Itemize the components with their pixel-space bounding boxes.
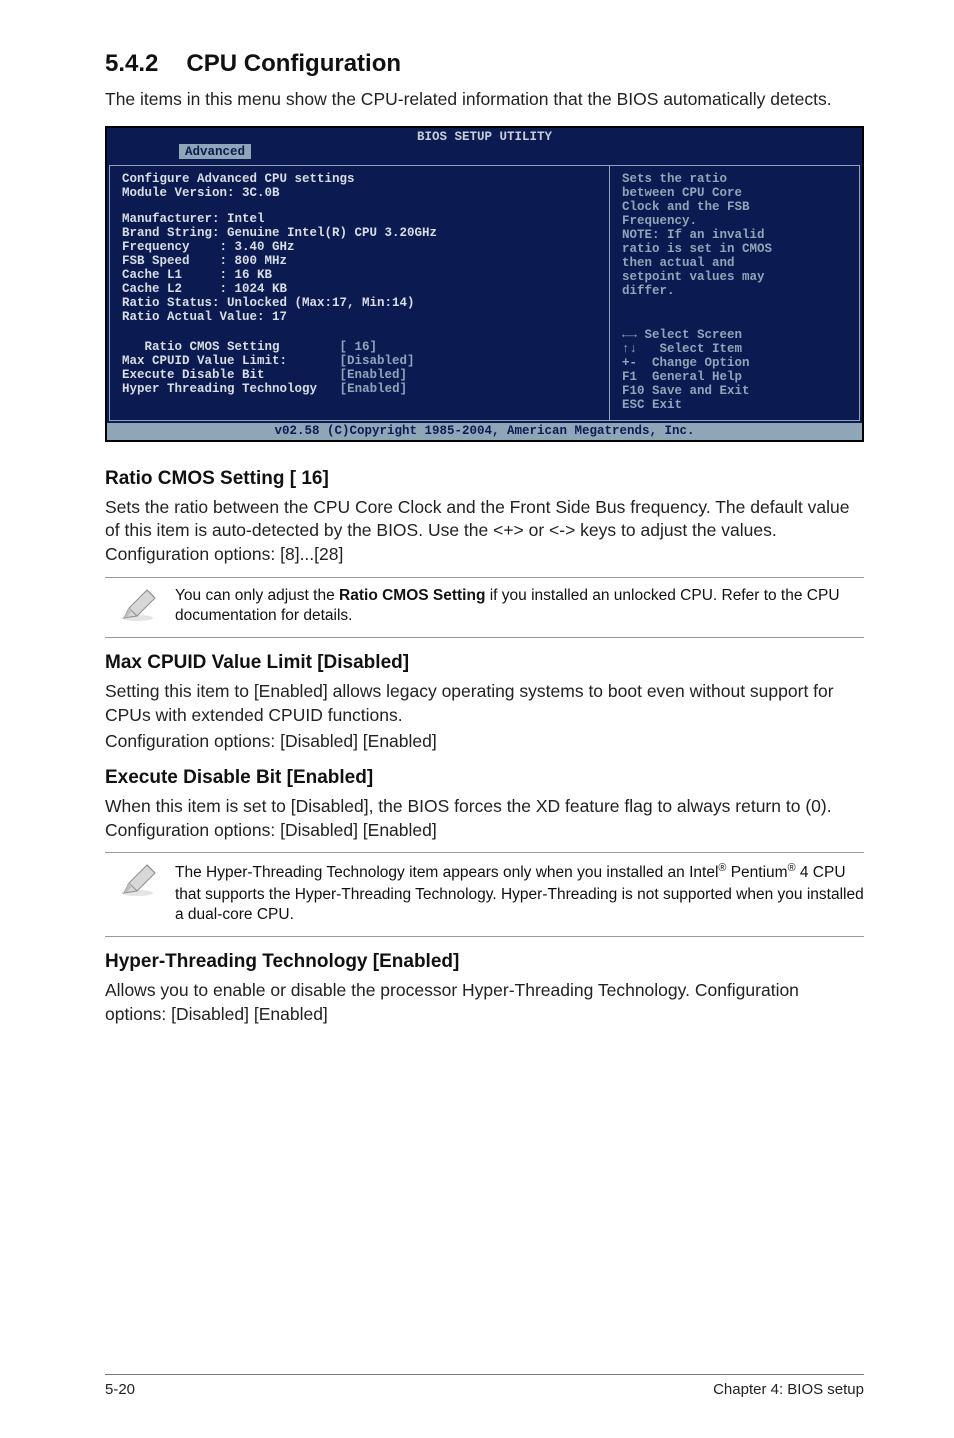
- note-hyper-text: The Hyper-Threading Technology item appe…: [175, 861, 864, 926]
- bios-header: BIOS SETUP UTILITY Advanced: [107, 128, 862, 163]
- page-footer: 5-20 Chapter 4: BIOS setup: [105, 1374, 864, 1398]
- ratio-body: Sets the ratio between the CPU Core Cloc…: [105, 496, 864, 567]
- pencil-icon: [105, 586, 175, 622]
- bios-setting-ratio[interactable]: Ratio CMOS Setting [ 16]: [122, 340, 599, 354]
- bios-setting-hyper[interactable]: Hyper Threading Technology [Enabled]: [122, 382, 599, 396]
- subheading-maxcpuid: Max CPUID Value Limit [Disabled]: [105, 652, 864, 674]
- bios-cache-l2: Cache L2 : 1024 KB: [122, 282, 599, 296]
- bios-title: BIOS SETUP UTILITY: [417, 130, 552, 144]
- maxcpuid-body-1: Setting this item to [Enabled] allows le…: [105, 680, 864, 727]
- bios-brand: Brand String: Genuine Intel(R) CPU 3.20G…: [122, 226, 599, 240]
- note-ratio-unlocked: You can only adjust the Ratio CMOS Setti…: [105, 577, 864, 639]
- bios-key-esc-exit: ESC Exit: [622, 398, 849, 412]
- maxcpuid-body-2: Configuration options: [Disabled] [Enabl…: [105, 730, 864, 754]
- bios-key-save-exit: F10 Save and Exit: [622, 384, 849, 398]
- section-title-text: CPU Configuration: [186, 50, 401, 77]
- bios-help-panel: Sets the ratio between CPU Core Clock an…: [609, 165, 860, 421]
- bios-key-select-screen: ←→ Select Screen: [622, 328, 849, 342]
- bios-ratio-status: Ratio Status: Unlocked (Max:17, Min:14): [122, 296, 599, 310]
- bios-fsb: FSB Speed : 800 MHz: [122, 254, 599, 268]
- hyper-body: Allows you to enable or disable the proc…: [105, 979, 864, 1026]
- bios-frequency: Frequency : 3.40 GHz: [122, 240, 599, 254]
- bios-cfg-line2: Module Version: 3C.0B: [122, 186, 599, 200]
- section-heading: 5.4.2 CPU Configuration: [105, 50, 864, 78]
- bios-cache-l1: Cache L1 : 16 KB: [122, 268, 599, 282]
- bios-key-select-item: ↑↓ Select Item: [622, 342, 849, 356]
- bios-manufacturer: Manufacturer: Intel: [122, 212, 599, 226]
- note-ratio-text: You can only adjust the Ratio CMOS Setti…: [175, 586, 864, 628]
- subheading-ratio: Ratio CMOS Setting [ 16]: [105, 468, 864, 490]
- bios-footer: v02.58 (C)Copyright 1985-2004, American …: [107, 423, 862, 440]
- bios-screenshot: BIOS SETUP UTILITY Advanced Configure Ad…: [105, 126, 864, 442]
- bios-cfg-line1: Configure Advanced CPU settings: [122, 172, 599, 186]
- subheading-execdis: Execute Disable Bit [Enabled]: [105, 767, 864, 789]
- footer-chapter: Chapter 4: BIOS setup: [713, 1381, 864, 1398]
- bios-key-change-option: +- Change Option: [622, 356, 849, 370]
- footer-page-number: 5-20: [105, 1381, 135, 1398]
- bios-help-text: Sets the ratio between CPU Core Clock an…: [622, 172, 849, 298]
- bios-tab-advanced[interactable]: Advanced: [179, 144, 251, 159]
- execdis-body: When this item is set to [Disabled], the…: [105, 795, 864, 842]
- note-hyper-threading: The Hyper-Threading Technology item appe…: [105, 852, 864, 937]
- bios-setting-execdis[interactable]: Execute Disable Bit [Enabled]: [122, 368, 599, 382]
- pencil-icon: [105, 861, 175, 897]
- bios-ratio-actual: Ratio Actual Value: 17: [122, 310, 599, 324]
- bios-left-panel: Configure Advanced CPU settings Module V…: [109, 165, 609, 421]
- section-number: 5.4.2: [105, 50, 158, 78]
- intro-paragraph: The items in this menu show the CPU-rela…: [105, 88, 864, 112]
- bios-key-general-help: F1 General Help: [622, 370, 849, 384]
- subheading-hyper: Hyper-Threading Technology [Enabled]: [105, 951, 864, 973]
- bios-setting-maxcpuid[interactable]: Max CPUID Value Limit: [Disabled]: [122, 354, 599, 368]
